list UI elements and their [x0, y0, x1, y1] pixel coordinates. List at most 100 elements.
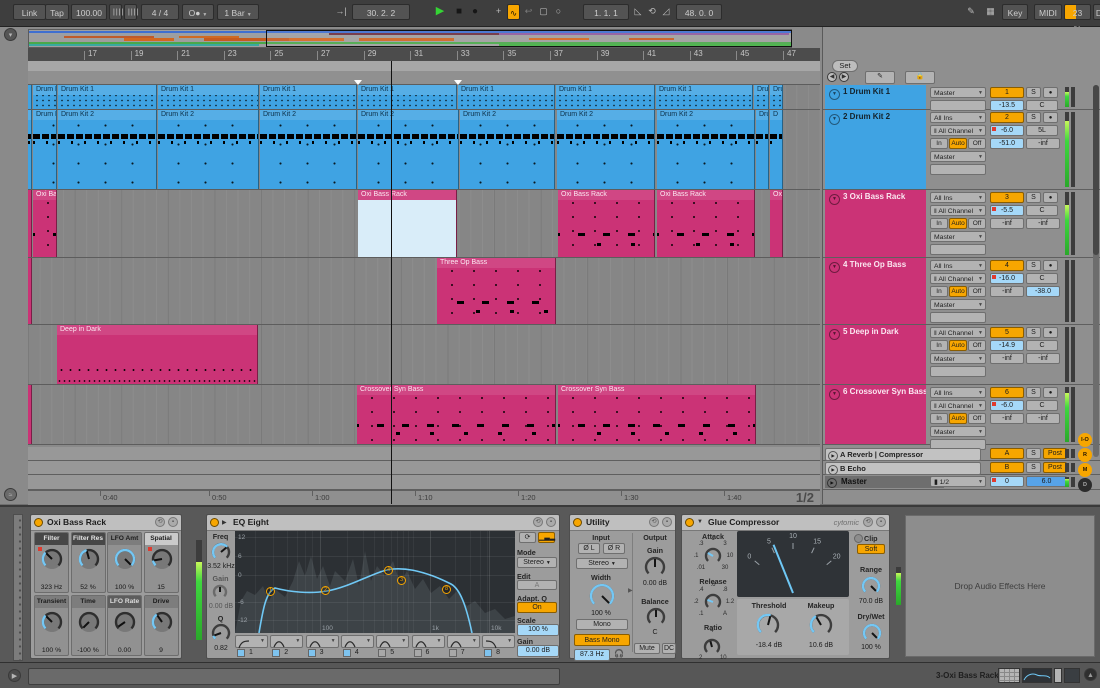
session-record-icon[interactable]: ○ [552, 4, 565, 20]
track-header[interactable]: ▼3 Oxi Bass RackAll Ins▼‖ All Channel▼In… [823, 190, 1100, 258]
arrangement-position[interactable]: 30. 2. 2 [352, 4, 410, 20]
macro-knob[interactable] [40, 610, 64, 639]
solo-button[interactable]: S [1026, 327, 1041, 338]
clip[interactable]: Drum Kit 2 [158, 110, 259, 189]
mute-button[interactable]: Mute [634, 643, 660, 654]
macro-label[interactable]: Drive [145, 596, 178, 608]
track-lane[interactable]: Crossover Syn BassCrossover Syn Bass [28, 385, 820, 445]
band-filter-select[interactable]: ▼ [412, 635, 445, 648]
volume-field[interactable]: -14.9 [990, 340, 1024, 351]
band-enable-checkbox[interactable] [449, 649, 457, 657]
routing-select[interactable]: All Ins▼ [930, 112, 986, 123]
record-button[interactable]: ● [468, 4, 482, 20]
macro-knob[interactable] [113, 610, 137, 639]
clip[interactable]: Drum Kit 1 [58, 85, 157, 109]
clip[interactable]: Crossover Syn Bass [558, 385, 756, 444]
band-enable-checkbox[interactable] [484, 649, 492, 657]
save-preset-icon[interactable]: ▪ [546, 517, 556, 527]
monitor-auto[interactable]: Auto [949, 413, 967, 424]
monitor-in[interactable]: In [930, 138, 948, 149]
phase-left-button[interactable]: Ø L [578, 543, 600, 554]
macro-value[interactable]: 100 % [108, 584, 141, 591]
overview-view-frame[interactable] [266, 30, 792, 47]
monitor-auto[interactable]: Auto [949, 138, 967, 149]
send-field[interactable]: -51.0 [990, 138, 1024, 149]
routing-select[interactable]: ‖ All Channel▼ [930, 400, 986, 411]
macro-value[interactable]: 100 % [35, 647, 68, 654]
track-header[interactable]: ▼5 Deep in Dark‖ All Channel▼InAutoOffMa… [823, 325, 1100, 385]
macro-knob[interactable] [40, 547, 64, 576]
device-thumbnail[interactable] [1022, 668, 1052, 683]
clip[interactable]: Drum K [33, 85, 57, 109]
macro-knob[interactable] [77, 610, 101, 639]
time-signature[interactable]: 4 / 4 [141, 4, 179, 20]
return-track-header[interactable]: A Reverb | Compressor▶ASPost [823, 447, 1100, 461]
band-filter-select[interactable]: ▼ [270, 635, 303, 648]
device-thumbnail[interactable] [1064, 668, 1080, 683]
mono-button[interactable]: Mono [576, 619, 628, 630]
clip[interactable]: Drum Kit 1 [260, 85, 357, 109]
follow-icon[interactable]: →| [333, 4, 349, 20]
pre-post-toggle[interactable]: Post [1043, 462, 1067, 473]
monitor-off[interactable]: Off [968, 286, 986, 297]
track-activator[interactable]: 4 [990, 260, 1024, 271]
track-header[interactable]: ▼1 Drum Kit 1Master▼1S●-13.5C [823, 85, 1100, 110]
delay-section-toggle[interactable]: D [1078, 478, 1092, 492]
track-activator[interactable]: 2 [990, 112, 1024, 123]
save-preset-icon[interactable]: ▪ [876, 517, 886, 527]
groove-amount[interactable]: O●▼ [182, 4, 214, 20]
tempo-field[interactable]: 100.00 [71, 4, 107, 20]
time-ruler[interactable]: 1/2 0:400:501:001:101:201:301:401:50 [28, 490, 820, 505]
pan-field[interactable]: C [1026, 340, 1058, 351]
macro-label[interactable]: LFO Amt [108, 533, 141, 545]
volume-field[interactable]: -6.0 [990, 125, 1024, 136]
macro-label[interactable]: LFO Rate [108, 596, 141, 608]
arrangement-overview[interactable] [28, 29, 792, 48]
track-name[interactable]: ▼5 Deep in Dark [825, 325, 926, 384]
eq-band-handle[interactable]: 8 [442, 585, 451, 594]
solo-button[interactable]: S [1026, 87, 1041, 98]
clip[interactable] [28, 258, 32, 324]
spectrum-toggle-icon[interactable]: ▁▃▂ [538, 532, 555, 543]
preview-icon[interactable]: ▶ [8, 669, 21, 682]
eq-band-handle[interactable]: 1 [266, 587, 275, 596]
track-activator[interactable]: 6 [990, 387, 1024, 398]
clip[interactable]: Drum Kit 1 [158, 85, 259, 109]
solo-button[interactable]: S [1026, 448, 1041, 459]
monitor-auto[interactable]: Auto [949, 218, 967, 229]
routing-select[interactable]: Master▼ [930, 151, 986, 162]
clip[interactable]: Drum K [770, 85, 783, 109]
clip[interactable] [28, 190, 32, 257]
re-enable-automation-icon[interactable]: ↩ [522, 4, 535, 20]
monitor-in[interactable]: In [930, 286, 948, 297]
clip[interactable]: Drum K [33, 110, 57, 189]
computer-midi-keyboard-icon[interactable]: ▦ [982, 4, 998, 20]
track-name[interactable]: ▼1 Drum Kit 1 [825, 85, 926, 109]
rack-title-bar[interactable]: Oxi Bass Rack ⟲ ▪ [31, 515, 181, 531]
cue-out-select[interactable]: ▮ 1/2▼ [930, 476, 986, 487]
routing-box[interactable] [930, 244, 986, 255]
vertical-scrollbar[interactable] [1093, 85, 1099, 457]
monitor-off[interactable]: Off [968, 413, 986, 424]
loop-start-field[interactable]: 1. 1. 1 [583, 4, 629, 20]
pan-field[interactable]: C [1026, 205, 1058, 216]
macro-label[interactable]: Spatial [145, 533, 178, 545]
band-enable-checkbox[interactable] [237, 649, 245, 657]
nudge-down-button[interactable]: |||| [109, 4, 122, 20]
beat-time-ruler[interactable]: 17192123252729313335373941434547 [28, 48, 820, 62]
macro-value[interactable]: -100 % [72, 647, 105, 654]
monitor-auto[interactable]: Auto [949, 286, 967, 297]
band-filter-select[interactable]: ▼ [447, 635, 480, 648]
track-activator[interactable]: 1 [990, 87, 1024, 98]
clip[interactable]: Drum K [754, 85, 769, 109]
show-hide-device-view-icon[interactable]: ▲ [1084, 668, 1097, 681]
macro-value[interactable]: 9 [145, 647, 178, 654]
macro-knob[interactable] [113, 547, 137, 576]
eq-band-handle[interactable]: 4 [384, 566, 393, 575]
clip[interactable]: Drum Kit 1 [358, 85, 457, 109]
macro-label[interactable]: Filter Res [72, 533, 105, 545]
soft-clip-toggle[interactable]: Soft [857, 544, 885, 554]
bass-mono-freq[interactable]: 87.3 Hz [574, 649, 610, 661]
monitor-switch[interactable]: InAutoOff [930, 286, 986, 297]
clip[interactable] [28, 85, 32, 109]
